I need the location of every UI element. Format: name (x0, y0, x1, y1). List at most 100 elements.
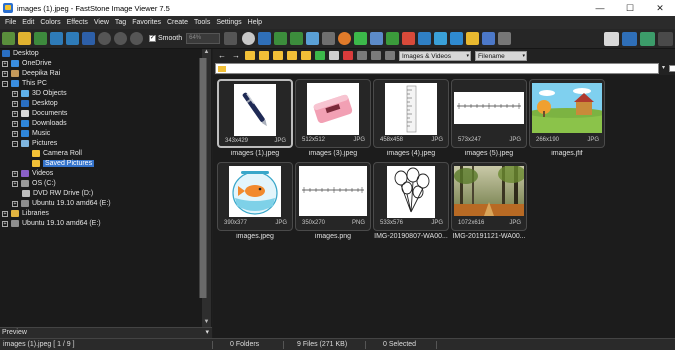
refresh-icon[interactable] (315, 51, 325, 60)
thumbnail-item[interactable]: 533x576 JPG IMG-20190807-WA00... (373, 162, 449, 250)
tree-node[interactable]: DVD RW Drive (D:) (22, 189, 93, 198)
copy-icon[interactable] (329, 51, 339, 60)
wallpaper-icon[interactable] (322, 32, 336, 45)
copy-folder-icon[interactable] (287, 51, 297, 60)
expand-toggle[interactable]: + (12, 200, 18, 207)
expand-toggle[interactable]: + (12, 100, 18, 107)
forward-arrow-icon[interactable]: → (231, 51, 241, 60)
menu-tools[interactable]: Tools (191, 19, 213, 26)
details-view-icon[interactable] (622, 32, 637, 46)
tree-node[interactable]: + 3D Objects (12, 89, 67, 98)
full-view-icon[interactable] (658, 32, 673, 46)
preview-toggle-icon[interactable]: ▾ (205, 328, 209, 338)
menu-effects[interactable]: Effects (64, 19, 91, 26)
thumbnail-item[interactable]: 458x458 JPG images (4).jpeg (373, 79, 449, 167)
tree-node[interactable]: Desktop (2, 49, 39, 58)
thumbnail-item[interactable]: 266x190 JPG images.jfif (529, 79, 605, 167)
scrollbar-thumb[interactable] (199, 58, 207, 298)
tree-node[interactable]: + OS (C:) (12, 179, 56, 188)
tree-node[interactable]: + Desktop (12, 99, 58, 108)
batch-convert-icon[interactable] (482, 32, 496, 45)
menu-colors[interactable]: Colors (37, 19, 63, 26)
copy-to-icon[interactable] (466, 32, 480, 45)
expand-toggle[interactable]: + (2, 220, 8, 227)
tree-node[interactable]: − Pictures (12, 139, 57, 148)
move-folder-icon[interactable] (301, 51, 311, 60)
expand-toggle[interactable]: + (12, 130, 18, 137)
thumbnail-item[interactable]: 350x270 PNG images.png (295, 162, 371, 250)
zoom-dropdown-icon[interactable] (224, 32, 238, 45)
back-arrow-icon[interactable]: ← (217, 51, 227, 60)
expand-toggle[interactable]: + (2, 70, 8, 77)
delete-icon[interactable] (343, 51, 353, 60)
rotate-icon[interactable] (402, 32, 416, 45)
menu-file[interactable]: File (2, 19, 19, 26)
tree-node[interactable]: + Music (12, 129, 50, 138)
menu-edit[interactable]: Edit (19, 19, 37, 26)
expand-toggle[interactable]: + (12, 170, 18, 177)
hand-tool-icon[interactable] (242, 32, 256, 45)
tree-node[interactable]: + Documents (12, 109, 67, 118)
thumbnail-item[interactable]: 512x512 JPG images (3).jpeg (295, 79, 371, 167)
tree-node[interactable]: − This PC (2, 79, 47, 88)
actual-size-icon[interactable] (130, 32, 143, 45)
select-all-icon[interactable] (357, 51, 367, 60)
new-folder-icon[interactable] (273, 51, 283, 60)
draw-icon[interactable] (434, 32, 448, 45)
thumbnail-size-icon[interactable] (385, 51, 395, 60)
path-dropdown-icon[interactable]: ▾ (660, 63, 667, 74)
tree-node[interactable]: + Libraries (2, 209, 49, 218)
preview-view-icon[interactable] (640, 32, 655, 46)
path-checkbox[interactable] (669, 65, 675, 72)
expand-toggle[interactable]: + (12, 90, 18, 97)
save-as-icon[interactable] (66, 32, 79, 45)
acquire-icon[interactable] (34, 32, 47, 45)
red-eye-icon[interactable] (386, 32, 400, 45)
resize-icon[interactable] (258, 32, 272, 45)
thumbnail-item[interactable]: 573x247 JPG images (5).jpeg (451, 79, 527, 167)
smooth-checkbox[interactable]: ✓ (149, 35, 156, 42)
sort-select[interactable]: Filename ▾ (475, 50, 527, 61)
adjust-lighting-icon[interactable] (338, 32, 352, 45)
scroll-up-icon[interactable]: ▲ (202, 49, 211, 57)
tree-scrollbar[interactable]: ▲ ▼ (199, 49, 211, 327)
preview-bar[interactable]: Preview ▾ (0, 327, 212, 338)
expand-toggle[interactable]: − (2, 80, 8, 87)
thumbnail-item[interactable]: 343x429 JPG images (1).jpeg (217, 79, 293, 167)
thumbnail-view-icon[interactable] (604, 32, 619, 46)
minimize-button[interactable]: — (585, 0, 615, 16)
slideshow-icon[interactable] (290, 32, 304, 45)
expand-toggle[interactable]: + (2, 210, 8, 217)
tree-node-selected[interactable]: Saved Pictures (32, 159, 95, 168)
tree-node[interactable]: + Ubuntu 19.10 amd64 (E:) (12, 199, 111, 208)
menu-view[interactable]: View (91, 19, 112, 26)
tree-node[interactable]: + Videos (12, 169, 53, 178)
zoom-in-icon[interactable] (98, 32, 111, 45)
menu-create[interactable]: Create (164, 19, 191, 26)
zoom-out-icon[interactable] (114, 32, 127, 45)
print-icon[interactable] (82, 32, 95, 45)
folder-up-icon[interactable] (245, 51, 255, 60)
tree-node[interactable]: + OneDrive (2, 59, 52, 68)
menu-tag[interactable]: Tag (112, 19, 129, 26)
menu-help[interactable]: Help (245, 19, 265, 26)
tree-node[interactable]: + Ubuntu 19.10 amd64 (E:) (2, 219, 101, 228)
email-icon[interactable] (450, 32, 464, 45)
crop-icon[interactable] (274, 32, 288, 45)
fullscreen-icon[interactable] (498, 32, 512, 45)
expand-toggle[interactable]: + (12, 120, 18, 127)
flip-icon[interactable] (418, 32, 432, 45)
menu-favorites[interactable]: Favorites (129, 19, 164, 26)
open-folder-icon[interactable] (18, 32, 31, 45)
file-filter-select[interactable]: Images & Videos ▾ (399, 50, 471, 61)
menu-settings[interactable]: Settings (213, 19, 244, 26)
maximize-button[interactable]: ☐ (615, 0, 645, 16)
thumbnail-item[interactable]: 390x377 JPG images.jpeg (217, 162, 293, 250)
thumbnail-item[interactable]: 1072x616 JPG IMG-20191121-WA00... (451, 162, 527, 250)
grid-view-icon[interactable] (371, 51, 381, 60)
scroll-down-icon[interactable]: ▼ (202, 319, 211, 327)
expand-toggle[interactable]: − (12, 140, 18, 147)
expand-toggle[interactable]: + (2, 60, 8, 67)
save-icon[interactable] (50, 32, 63, 45)
tree-node[interactable]: Camera Roll (32, 149, 82, 158)
